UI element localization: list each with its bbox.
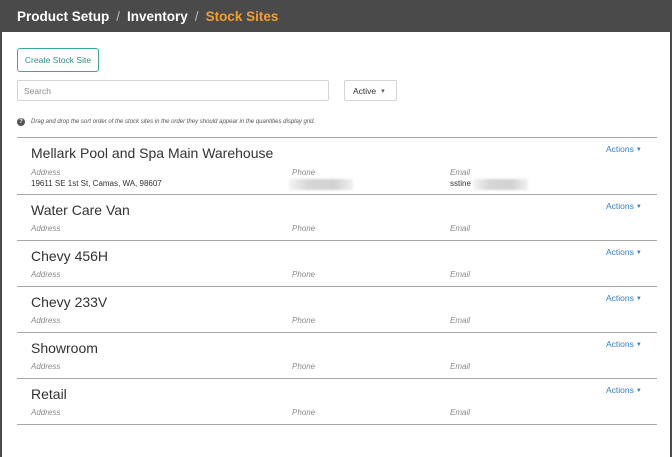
actions-label: Actions	[606, 247, 634, 257]
address-label: Address	[31, 224, 61, 233]
breadcrumb-stock-sites: Stock Sites	[205, 8, 279, 24]
stock-site-row[interactable]: Water Care Van Actions ▼ Address Phone Em…	[17, 195, 657, 241]
stock-site-row[interactable]: Mellark Pool and Spa Main Warehouse Acti…	[17, 138, 657, 195]
actions-dropdown[interactable]: Actions ▼	[606, 385, 642, 395]
breadcrumb-separator: /	[194, 8, 199, 24]
phone-label: Phone	[292, 408, 316, 417]
site-name: Mellark Pool and Spa Main Warehouse	[31, 145, 274, 161]
sort-hint-text: Drag and drop the sort order of the stoc…	[31, 119, 316, 125]
phone-label: Phone	[292, 168, 316, 177]
site-name: Showroom	[31, 340, 98, 356]
status-filter-select[interactable]: Active ▾	[344, 80, 397, 101]
stock-site-list: Mellark Pool and Spa Main Warehouse Acti…	[17, 137, 657, 425]
actions-label: Actions	[606, 339, 634, 349]
breadcrumb: Product Setup / Inventory / Stock Sites	[0, 0, 672, 32]
caret-down-icon: ▼	[635, 250, 642, 256]
actions-label: Actions	[606, 293, 634, 303]
phone-label: Phone	[292, 362, 316, 371]
email-label: Email	[450, 224, 471, 233]
email-label: Email	[450, 408, 471, 417]
actions-label: Actions	[606, 144, 634, 154]
email-label: Email	[450, 362, 471, 371]
actions-dropdown[interactable]: Actions ▼	[606, 293, 642, 303]
actions-label: Actions	[606, 385, 634, 395]
actions-dropdown[interactable]: Actions ▼	[606, 144, 642, 154]
caret-down-icon: ▼	[635, 147, 642, 153]
site-name: Chevy 456H	[31, 248, 109, 264]
address-label: Address	[31, 362, 61, 371]
site-name: Retail	[31, 386, 67, 402]
address-label: Address	[31, 168, 61, 177]
site-name: Chevy 233V	[31, 294, 108, 310]
stock-site-row[interactable]: Chevy 233V Actions ▼ Address Phone Email	[17, 287, 657, 333]
breadcrumb-separator: /	[116, 8, 121, 24]
actions-dropdown[interactable]: Actions ▼	[606, 201, 642, 211]
create-stock-site-button[interactable]: Create Stock Site	[17, 48, 99, 72]
phone-label: Phone	[292, 270, 316, 279]
help-icon: ?	[17, 118, 25, 126]
actions-label: Actions	[606, 201, 634, 211]
caret-down-icon: ▼	[635, 204, 642, 210]
caret-down-icon: ▼	[635, 296, 642, 302]
stock-site-row[interactable]: Retail Actions ▼ Address Phone Email	[17, 379, 657, 425]
stock-site-row[interactable]: Chevy 456H Actions ▼ Address Phone Email	[17, 241, 657, 287]
email-value: sstine	[450, 179, 471, 188]
email-label: Email	[450, 270, 471, 279]
breadcrumb-inventory[interactable]: Inventory	[127, 9, 188, 24]
address-label: Address	[31, 316, 61, 325]
actions-dropdown[interactable]: Actions ▼	[606, 339, 642, 349]
actions-dropdown[interactable]: Actions ▼	[606, 247, 642, 257]
caret-down-icon: ▼	[635, 342, 642, 348]
breadcrumb-product-setup[interactable]: Product Setup	[17, 9, 109, 24]
email-label: Email	[450, 168, 471, 177]
window-frame-left	[0, 0, 2, 457]
address-label: Address	[31, 270, 61, 279]
phone-value-redacted	[289, 179, 353, 190]
phone-label: Phone	[292, 224, 316, 233]
status-filter-value: Active	[353, 85, 377, 96]
caret-down-icon: ▼	[635, 388, 642, 394]
chevron-down-icon: ▾	[381, 87, 385, 95]
search-input[interactable]	[17, 80, 329, 101]
address-value: 19611 SE 1st St, Camas, WA, 98607	[31, 179, 162, 188]
stock-site-row[interactable]: Showroom Actions ▼ Address Phone Email	[17, 333, 657, 379]
sort-hint: ? Drag and drop the sort order of the st…	[17, 118, 315, 126]
site-name: Water Care Van	[31, 202, 130, 218]
email-label: Email	[450, 316, 471, 325]
phone-label: Phone	[292, 316, 316, 325]
email-value-redacted	[473, 179, 528, 190]
address-label: Address	[31, 408, 61, 417]
